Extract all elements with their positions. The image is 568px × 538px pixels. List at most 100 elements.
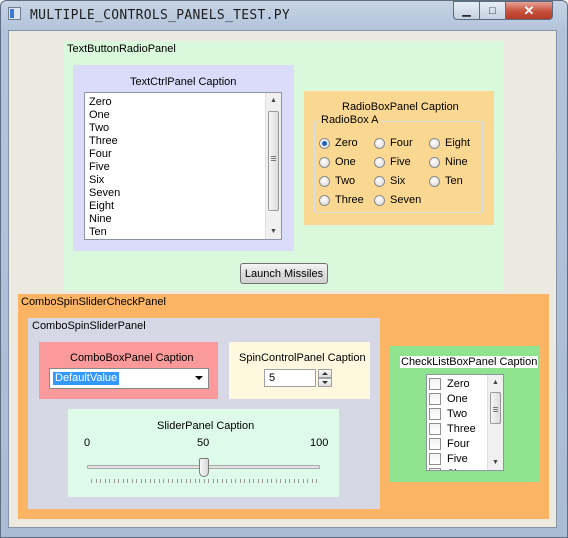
scroll-down-arrow-icon[interactable]: ▼: [488, 455, 503, 470]
text-control-line: Zero: [89, 96, 112, 108]
spin-control-input[interactable]: 5: [264, 369, 316, 387]
scrollbar-thumb[interactable]: [268, 111, 279, 211]
radio-option[interactable]: Zero: [319, 136, 358, 150]
slider-ticks: [91, 479, 317, 484]
multiline-text-control[interactable]: Zero One Two Three Four Five Six Seven Eight Nine…: [84, 92, 282, 240]
radio-unselected-icon[interactable]: [319, 194, 330, 206]
text-control-scrollbar[interactable]: ▲ ▼: [265, 93, 281, 239]
text-control-line: Five: [89, 161, 110, 173]
slider-tick: [226, 479, 227, 483]
spin-up-icon: [322, 372, 328, 375]
slider-tick: [235, 479, 236, 483]
radio-option[interactable]: Eight: [429, 136, 470, 150]
checkbox-icon[interactable]: [429, 377, 441, 390]
dropdown-arrow-icon[interactable]: [195, 376, 203, 380]
checklist-item[interactable]: One: [429, 391, 468, 406]
radio-option[interactable]: Six: [374, 174, 405, 188]
checklist-item[interactable]: Zero: [429, 376, 470, 391]
radio-option[interactable]: Ten: [429, 174, 463, 188]
slider-tick: [145, 479, 146, 483]
radio-option[interactable]: One: [319, 155, 356, 169]
radio-option[interactable]: Five: [374, 155, 411, 169]
radio-option-label: Four: [390, 137, 413, 149]
slider-tick: [262, 479, 263, 483]
checklistbox-scrollbar[interactable]: ▲ ▼: [487, 375, 503, 470]
radio-option-label: One: [335, 156, 356, 168]
text-control-line: Two: [89, 122, 110, 134]
checklist-item-label: One: [447, 392, 468, 405]
radio-unselected-icon[interactable]: [319, 175, 330, 187]
slider-tick: [271, 479, 272, 483]
minimize-button[interactable]: ▁: [453, 1, 480, 20]
spin-down-icon: [322, 381, 328, 384]
slider-tick: [244, 479, 245, 483]
radio-unselected-icon[interactable]: [374, 175, 385, 187]
close-button[interactable]: ✕: [505, 1, 553, 20]
slider-tick: [104, 479, 106, 483]
radio-unselected-icon[interactable]: [374, 156, 385, 168]
maximize-button[interactable]: □: [479, 1, 506, 20]
slider-tick: [154, 479, 155, 483]
scroll-down-arrow-icon[interactable]: ▼: [266, 224, 281, 239]
radio-option[interactable]: Three: [319, 193, 364, 207]
checkbox-icon[interactable]: [429, 437, 441, 450]
radio-unselected-icon[interactable]: [374, 137, 385, 149]
checklist-item[interactable]: Four: [429, 436, 470, 451]
checkbox-icon[interactable]: [429, 452, 441, 465]
checklistbox[interactable]: Zero One Two Three Four Five Six ▲ ▼: [426, 374, 504, 471]
radio-option-label: Five: [390, 156, 411, 168]
slider-tick: [176, 479, 178, 483]
spin-down-button[interactable]: [318, 378, 332, 387]
slider-tick: [221, 479, 223, 483]
slider-min-label: 0: [84, 437, 91, 449]
slider-tick: [289, 479, 290, 483]
slider-tick: [316, 479, 317, 483]
slider-tick: [311, 479, 313, 483]
checkbox-icon[interactable]: [429, 407, 441, 420]
slider-tick: [217, 479, 218, 483]
checklist-item-label: Five: [447, 452, 468, 465]
checklist-item[interactable]: Three: [429, 421, 476, 436]
scroll-up-arrow-icon[interactable]: ▲: [488, 375, 503, 390]
radio-option[interactable]: Two: [319, 174, 355, 188]
radio-selected-icon[interactable]: [319, 137, 330, 149]
radiobox-title: RadioBox A: [320, 114, 380, 126]
radio-option[interactable]: Nine: [429, 155, 468, 169]
text-control-line: Seven: [89, 187, 121, 199]
slider-max-label: 100: [310, 437, 329, 449]
slider-tick: [131, 479, 133, 483]
radio-option[interactable]: Four: [374, 136, 413, 150]
radio-option[interactable]: Seven: [374, 193, 421, 207]
slider-tick: [307, 479, 308, 483]
scroll-up-arrow-icon[interactable]: ▲: [266, 93, 281, 108]
slider-tick: [185, 479, 187, 483]
radio-unselected-icon[interactable]: [374, 194, 385, 206]
combobox-panel-caption: ComboBoxPanel Caption: [70, 352, 194, 364]
slider-tick: [266, 479, 268, 483]
slider-tick: [239, 479, 241, 483]
radio-unselected-icon[interactable]: [319, 156, 330, 168]
checkbox-icon[interactable]: [429, 392, 441, 405]
combobox[interactable]: DefaultValue: [49, 368, 209, 389]
slider-tick: [298, 479, 299, 483]
launch-missiles-button[interactable]: Launch Missiles: [240, 263, 328, 284]
radio-unselected-icon[interactable]: [429, 156, 440, 168]
slider-thumb[interactable]: [198, 458, 209, 477]
title-bar[interactable]: MULTIPLE_CONTROLS_PANELS_TEST.PY ▁ □ ✕: [0, 0, 566, 30]
checkbox-icon[interactable]: [429, 422, 441, 435]
combobox-value[interactable]: DefaultValue: [53, 372, 120, 385]
radio-unselected-icon[interactable]: [429, 137, 440, 149]
scrollbar-thumb[interactable]: [490, 392, 501, 424]
text-control-line: Nine: [89, 213, 112, 225]
slider-tick: [293, 479, 295, 483]
minimize-icon: ▁: [462, 5, 471, 17]
slider-tick: [118, 479, 119, 483]
slider-tick: [100, 479, 101, 483]
text-control-line: Six: [89, 174, 105, 186]
spin-up-button[interactable]: [318, 369, 332, 378]
checklist-item[interactable]: Six: [429, 466, 462, 470]
checklist-item[interactable]: Five: [429, 451, 468, 466]
checklist-item[interactable]: Two: [429, 406, 467, 421]
checkbox-icon[interactable]: [429, 467, 441, 470]
radio-unselected-icon[interactable]: [429, 175, 440, 187]
